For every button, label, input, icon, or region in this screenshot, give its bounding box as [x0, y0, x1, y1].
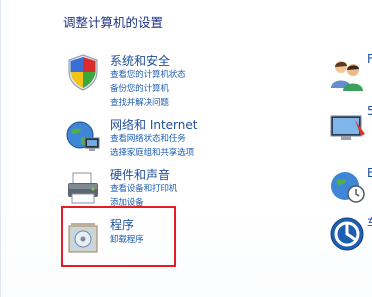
category-link[interactable]: 查看设备和打印机	[110, 182, 177, 194]
highlight-box	[61, 206, 176, 267]
printer-icon[interactable]	[63, 168, 103, 208]
clock-region-icon[interactable]	[327, 166, 367, 206]
category-link[interactable]: 备份您的计算机	[110, 82, 169, 94]
shield-icon[interactable]	[63, 52, 103, 92]
ease-of-access-icon[interactable]	[327, 214, 367, 254]
category-title[interactable]: 系统和安全	[110, 52, 170, 69]
control-panel-window: 调整计算机的设置 系统和安全 查看您的计算机状态 备份您的计算机 查找并解决问题	[0, 0, 372, 297]
category-link[interactable]: 查看网络状态和任务	[110, 132, 186, 144]
category-link[interactable]: 查找并解决问题	[110, 96, 169, 108]
appearance-icon[interactable]	[327, 108, 367, 148]
user-accounts-icon[interactable]	[327, 54, 367, 94]
category-title[interactable]: 硬件和声音	[110, 166, 170, 183]
category-link[interactable]: 查看您的计算机状态	[110, 68, 186, 80]
category-title[interactable]: B	[367, 166, 372, 180]
category-title[interactable]: 车	[367, 214, 372, 231]
network-globe-icon[interactable]	[63, 116, 103, 156]
page-title: 调整计算机的设置	[63, 15, 164, 30]
category-title[interactable]: 5	[367, 104, 372, 118]
category-title[interactable]: F	[367, 52, 372, 66]
category-title[interactable]: 网络和 Internet	[110, 116, 197, 133]
category-link[interactable]: 选择家庭组和共享选项	[110, 146, 194, 158]
